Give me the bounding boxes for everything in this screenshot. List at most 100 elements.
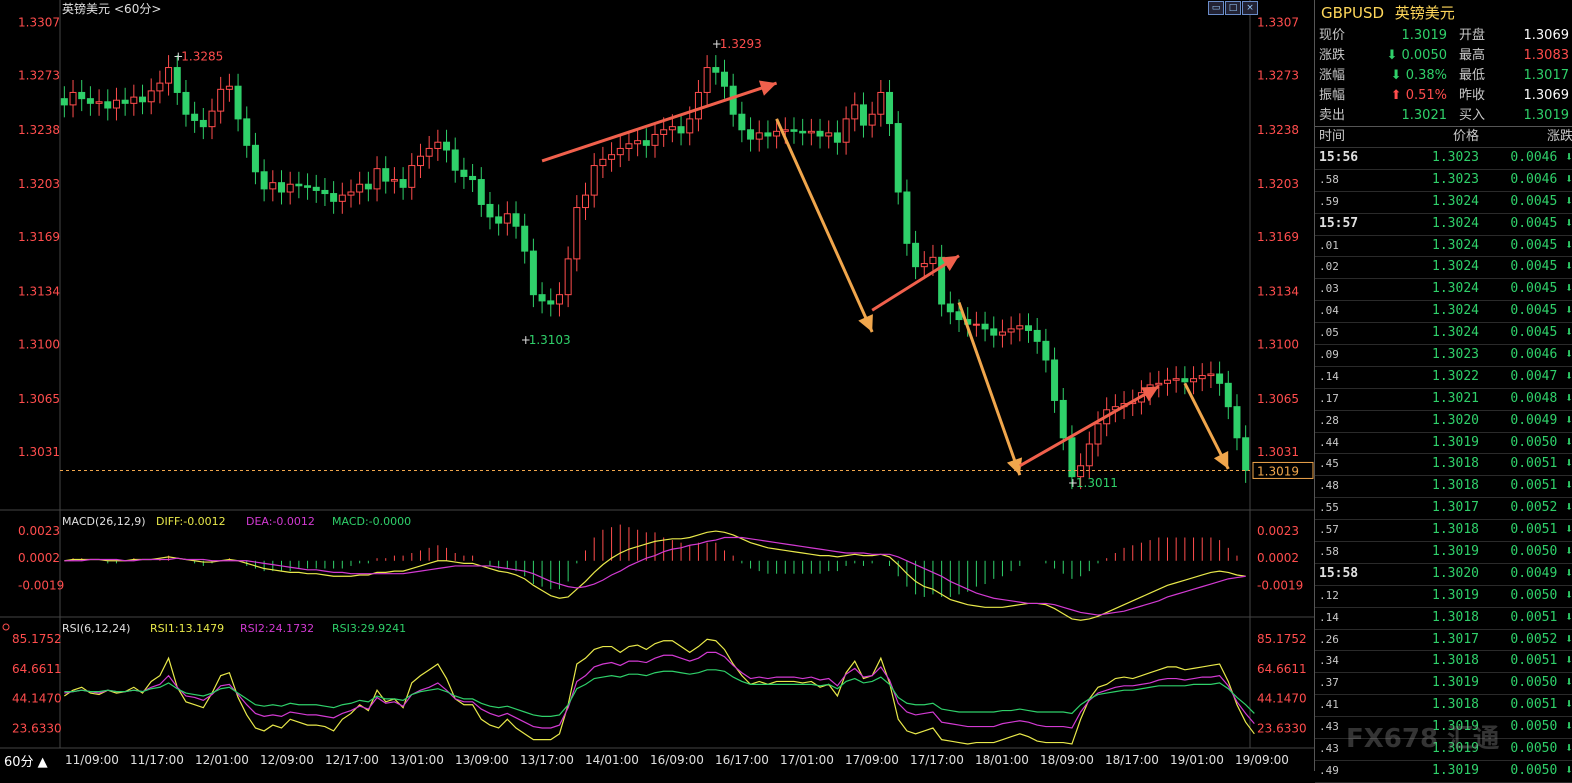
rsi1-line xyxy=(64,638,1255,745)
rsi2-line xyxy=(64,651,1255,729)
current-price-label: 1.3019 xyxy=(1257,464,1299,478)
quote-value: 1.3017 xyxy=(1523,68,1570,83)
candle-body xyxy=(590,165,598,196)
x-axis-label: 12/01:00 xyxy=(195,753,249,767)
rsi-tick-left: 44.1470 xyxy=(12,692,62,706)
candle-body xyxy=(642,140,650,146)
candle-body xyxy=(773,130,781,137)
restore-icon[interactable]: ▭ xyxy=(1208,1,1224,15)
quote-value: 1.3069 xyxy=(1523,88,1570,103)
x-axis-label: 11/17:00 xyxy=(130,753,184,767)
tick-row: .17 1.3021 0.0048 ⬇ xyxy=(1315,389,1572,411)
chart-area[interactable]: 英镑美元 <60分> 1.3307 1.3307 1.3273 1.3273 1.3238 1… xyxy=(0,0,1314,771)
rsi-tick-right: 85.1752 xyxy=(1257,632,1307,646)
tick-price: 1.3023 xyxy=(1432,171,1479,187)
candle-body xyxy=(347,191,355,196)
macd-tick-right: -0.0019 xyxy=(1257,578,1303,592)
tick-change: 0.0051 ⬇ xyxy=(1510,609,1572,625)
tick-change: 0.0050 ⬇ xyxy=(1510,587,1572,603)
candle-body xyxy=(599,158,607,167)
candle-body xyxy=(816,130,824,137)
candle-body xyxy=(104,101,112,109)
tick-price: 1.3024 xyxy=(1432,237,1479,253)
tick-change: 0.0050 ⬇ xyxy=(1510,675,1572,691)
price-tick-right: 1.3031 xyxy=(1257,445,1299,459)
candle-body xyxy=(634,140,642,145)
tick-row: .14 1.3022 0.0047 ⬇ xyxy=(1315,367,1572,389)
candle-body xyxy=(729,85,737,115)
close-icon[interactable]: × xyxy=(1242,1,1258,15)
quote-value-text: 1.3019 xyxy=(1401,28,1448,43)
candle-body xyxy=(286,183,294,193)
price-tick-right: 1.3203 xyxy=(1257,177,1299,191)
tick-change: 0.0046 ⬇ xyxy=(1510,347,1572,363)
trend-arrow-line xyxy=(775,118,874,333)
tick-row: .01 1.3024 0.0045 ⬇ xyxy=(1315,236,1572,258)
x-axis-label: 16/09:00 xyxy=(650,753,704,767)
tick-time: .44 xyxy=(1319,435,1339,449)
candle-body xyxy=(382,168,390,182)
candle-body xyxy=(1242,437,1250,471)
price-tick-left: 1.3065 xyxy=(18,392,60,406)
tick-row: 15:58 1.3020 0.0049 ⬇ xyxy=(1315,564,1572,586)
tick-price: 1.3019 xyxy=(1432,762,1479,778)
x-axis-label: 13/09:00 xyxy=(455,753,509,767)
tick-time: .49 xyxy=(1319,763,1339,777)
candle-body xyxy=(330,193,338,202)
candle-body xyxy=(946,303,954,313)
quote-title: GBPUSD 英镑美元 xyxy=(1315,0,1572,26)
tick-time: .05 xyxy=(1319,326,1339,340)
tick-price: 1.3023 xyxy=(1432,150,1479,165)
tick-time: .45 xyxy=(1319,457,1339,471)
quote-row: 现价 1.3019 开盘 1.3069 xyxy=(1315,26,1572,46)
tick-price: 1.3018 xyxy=(1432,478,1479,494)
tick-price: 1.3019 xyxy=(1432,434,1479,450)
tick-time: .58 xyxy=(1319,172,1339,186)
period-selector-button[interactable]: 60分 ▲ xyxy=(4,751,48,770)
tick-price: 1.3018 xyxy=(1432,697,1479,713)
candle-body xyxy=(1094,423,1102,445)
tick-change: 0.0052 ⬇ xyxy=(1510,500,1572,516)
quote-value: ⬇ 0.38% xyxy=(1355,66,1451,86)
tick-change: 0.0050 ⬇ xyxy=(1510,762,1572,778)
candle-body xyxy=(225,85,233,90)
candle-body xyxy=(373,168,381,190)
price-tick-left: 1.3273 xyxy=(18,68,60,82)
x-axis-label: 17/09:00 xyxy=(845,753,899,767)
candle-body xyxy=(95,101,103,104)
x-axis-label: 14/01:00 xyxy=(585,753,639,767)
candle-body xyxy=(1181,378,1189,383)
price-chart[interactable]: 英镑美元 <60分> 1.3307 1.3307 1.3273 1.3273 1.3238 1… xyxy=(0,0,1314,771)
candle-body xyxy=(208,110,216,128)
tick-change: 0.0051 ⬇ xyxy=(1510,456,1572,472)
maximize-icon[interactable]: □ xyxy=(1225,1,1241,15)
x-axis-label: 12/09:00 xyxy=(260,753,314,767)
candle-body xyxy=(217,88,225,112)
candle-body xyxy=(686,118,694,134)
tick-change: 0.0049 ⬇ xyxy=(1510,412,1572,428)
tick-row: .02 1.3024 0.0045 ⬇ xyxy=(1315,257,1572,280)
tick-change: 0.0052 ⬇ xyxy=(1510,631,1572,647)
candle-body xyxy=(755,132,763,140)
candle-body xyxy=(495,216,503,224)
tick-price: 1.3017 xyxy=(1432,500,1479,516)
ticks-list[interactable]: 15:56 1.3023 0.0046 ⬇ .58 1.3023 0.0046 ⬇ .59 1… xyxy=(1315,148,1572,783)
price-tick-left: 1.3100 xyxy=(18,337,60,351)
candle-body xyxy=(139,96,147,103)
candle-body xyxy=(799,130,807,134)
tick-row: .28 1.3020 0.0049 ⬇ xyxy=(1315,411,1572,433)
tick-price: 1.3019 xyxy=(1432,675,1479,691)
candle-body xyxy=(156,82,164,92)
symbol-name: 英镑美元 xyxy=(1394,4,1455,22)
candle-body xyxy=(312,186,320,191)
candle-body xyxy=(747,129,755,140)
candle-body xyxy=(443,141,451,151)
candle-body xyxy=(1042,340,1050,361)
tick-price: 1.3024 xyxy=(1432,325,1479,341)
rsi-label: RSI(6,12,24) xyxy=(62,622,130,635)
candle-body xyxy=(608,154,616,160)
tick-price: 1.3019 xyxy=(1432,587,1479,603)
price-tick-left: 1.3134 xyxy=(18,285,60,299)
candle-body xyxy=(886,91,894,125)
candle-body xyxy=(304,185,312,188)
